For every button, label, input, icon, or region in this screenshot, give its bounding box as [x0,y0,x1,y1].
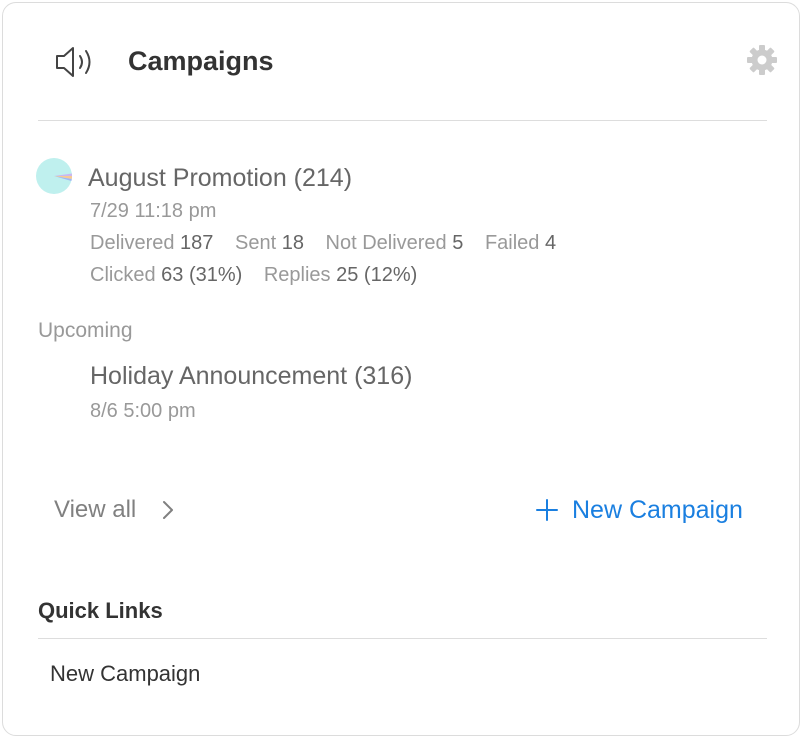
upcoming-label: Upcoming [38,319,133,342]
pie-chart-icon [36,158,72,194]
chevron-right-icon [163,501,173,519]
view-all-link[interactable]: View all [54,496,136,524]
stat-value: 63 (31%) [161,264,243,286]
stat-value: 5 [452,232,464,254]
stat-value: 187 [180,232,214,254]
header-divider [38,120,767,121]
stat-label: Sent [234,232,277,254]
campaign-title[interactable]: August Promotion (214) [88,164,352,193]
stat-label: Not Delivered [325,232,447,254]
campaign-stats-row: Delivered 187 Sent 18 Not Delivered 5 Fa… [90,232,556,255]
stat-value: 4 [544,232,557,254]
stat-value: 25 (12%) [336,264,418,286]
stat-label: Delivered [90,232,175,254]
campaign-engagement-row: Clicked 63 (31%) Replies 25 (12%) [90,264,417,287]
new-campaign-label: New Campaign [572,495,743,524]
upcoming-campaign-title[interactable]: Holiday Announcement (316) [90,362,412,391]
quick-links-title: Quick Links [38,598,163,623]
upcoming-campaign-datetime: 8/6 5:00 pm [90,400,196,422]
gear-icon[interactable] [746,44,778,76]
quick-links-divider [38,638,767,639]
megaphone-icon [56,47,91,77]
quick-link-new-campaign[interactable]: New Campaign [50,661,200,687]
stat-value: 18 [281,232,304,254]
stat-label: Replies [263,264,331,286]
campaign-datetime: 7/29 11:18 pm [90,200,217,222]
stat-label: Failed [484,232,540,254]
new-campaign-button[interactable]: New Campaign [535,495,743,525]
view-all-label: View all [54,496,137,523]
stat-label: Clicked [90,264,156,286]
plus-icon [536,499,558,521]
page-title: Campaigns [128,46,274,76]
